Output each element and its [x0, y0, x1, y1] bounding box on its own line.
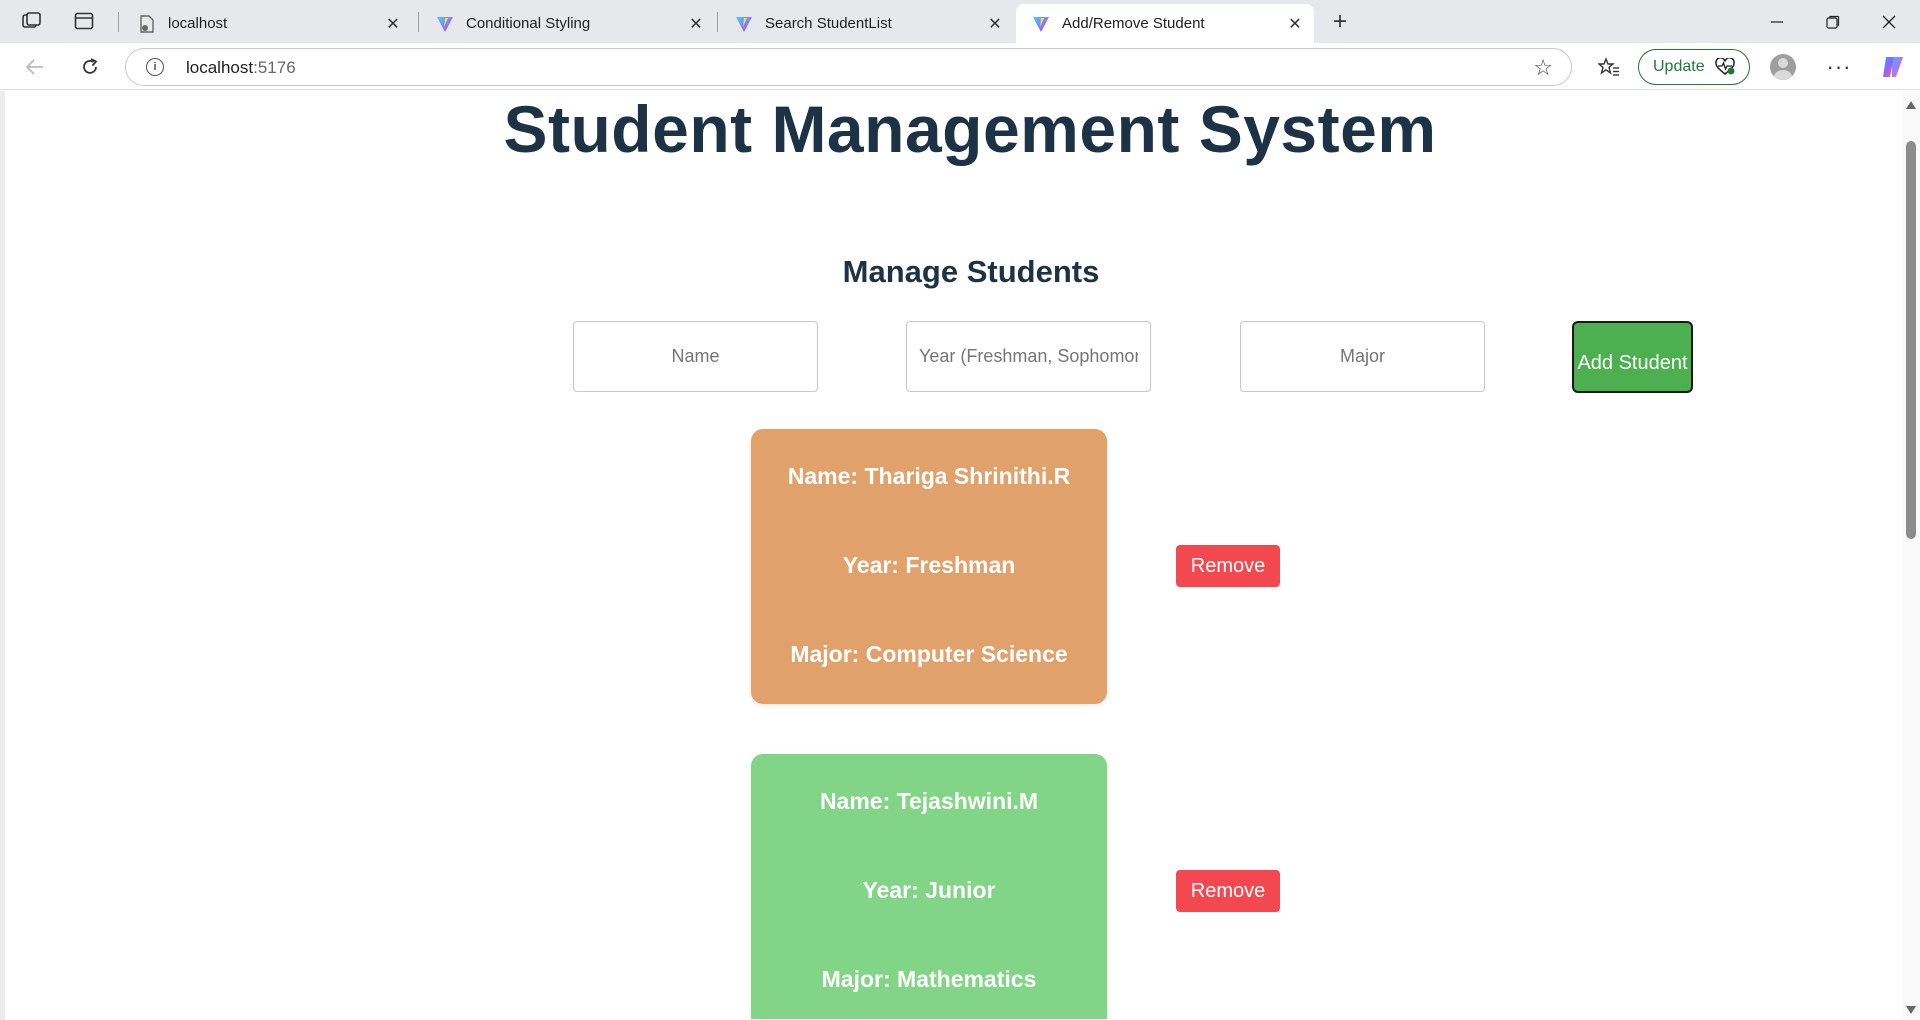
reload-icon[interactable]	[75, 52, 105, 82]
section-title: Manage Students	[842, 254, 1100, 289]
url-text[interactable]: localhost:5176	[186, 58, 296, 78]
new-tab-icon[interactable]: +	[1326, 8, 1354, 36]
browser-toolbar: i localhost:5176 ☆ Update ···	[0, 43, 1920, 90]
close-icon[interactable]: ✕	[384, 15, 402, 33]
url-host: localhost	[186, 58, 254, 77]
vite-icon	[1032, 15, 1050, 33]
workspaces-icon[interactable]	[18, 8, 46, 34]
address-bar[interactable]: i localhost:5176 ☆	[125, 48, 1572, 86]
tab-separator	[418, 12, 419, 32]
back-arrow-icon[interactable]	[20, 52, 50, 82]
scrollbar-thumb[interactable]	[1906, 141, 1916, 539]
name-input[interactable]	[573, 321, 818, 392]
close-icon[interactable]: ✕	[1286, 15, 1304, 33]
tab-add-remove-student[interactable]: Add/Remove Student ✕	[1016, 4, 1314, 43]
minimize-icon[interactable]	[1754, 8, 1800, 36]
tab-strip: localhost ✕ Conditional Styling ✕ Search…	[0, 0, 1920, 43]
update-label: Update	[1653, 58, 1705, 75]
heartbeat-icon	[1715, 58, 1735, 75]
scroll-down-icon[interactable]	[1906, 1006, 1916, 1014]
major-input[interactable]	[1240, 321, 1485, 392]
student-major: Major: Computer Science	[790, 641, 1068, 667]
update-button[interactable]: Update	[1638, 49, 1750, 85]
page-scrollbar[interactable]	[1902, 91, 1920, 1020]
tab-separator	[717, 12, 718, 32]
restore-icon[interactable]	[1810, 8, 1856, 36]
page-title: Student Management System	[503, 92, 1437, 166]
remove-button[interactable]: Remove	[1176, 545, 1280, 587]
year-input[interactable]	[906, 321, 1151, 392]
star-icon[interactable]: ☆	[1533, 55, 1553, 81]
student-name: Name: Thariga Shrinithi.R	[787, 463, 1071, 489]
page-icon	[138, 14, 156, 33]
tab-conditional-styling[interactable]: Conditional Styling ✕	[420, 4, 715, 43]
student-year: Year: Junior	[862, 877, 996, 903]
more-icon[interactable]: ···	[1826, 54, 1852, 80]
tab-title: localhost	[168, 15, 228, 32]
close-icon[interactable]: ✕	[687, 15, 705, 33]
tab-title: Conditional Styling	[466, 15, 591, 32]
tab-separator	[118, 12, 119, 32]
tab-title: Search StudentList	[765, 15, 892, 32]
student-name: Name: Tejashwini.M	[819, 788, 1039, 814]
favorites-icon[interactable]	[1596, 54, 1622, 80]
close-icon[interactable]: ✕	[986, 15, 1004, 33]
window-close-icon[interactable]	[1866, 8, 1912, 36]
student-major: Major: Mathematics	[821, 966, 1037, 992]
site-info-icon[interactable]: i	[146, 58, 164, 76]
vite-icon	[436, 15, 454, 33]
scroll-up-icon[interactable]	[1906, 101, 1916, 109]
tab-localhost[interactable]: localhost ✕	[122, 4, 412, 43]
student-year: Year: Freshman	[842, 552, 1016, 578]
url-port: :5176	[253, 58, 296, 77]
add-student-button[interactable]: Add Student	[1572, 321, 1693, 393]
copilot-icon[interactable]	[1880, 54, 1906, 80]
student-card: Name: Thariga Shrinithi.R Year: Freshman…	[751, 429, 1107, 704]
tab-title: Add/Remove Student	[1062, 15, 1205, 32]
tab-actions-icon[interactable]	[70, 8, 98, 34]
profile-avatar[interactable]	[1770, 54, 1796, 80]
tab-search-studentlist[interactable]: Search StudentList ✕	[719, 4, 1014, 43]
remove-button[interactable]: Remove	[1176, 870, 1280, 912]
vite-icon	[735, 15, 753, 33]
student-card: Name: Tejashwini.M Year: Junior Major: M…	[751, 754, 1107, 1019]
